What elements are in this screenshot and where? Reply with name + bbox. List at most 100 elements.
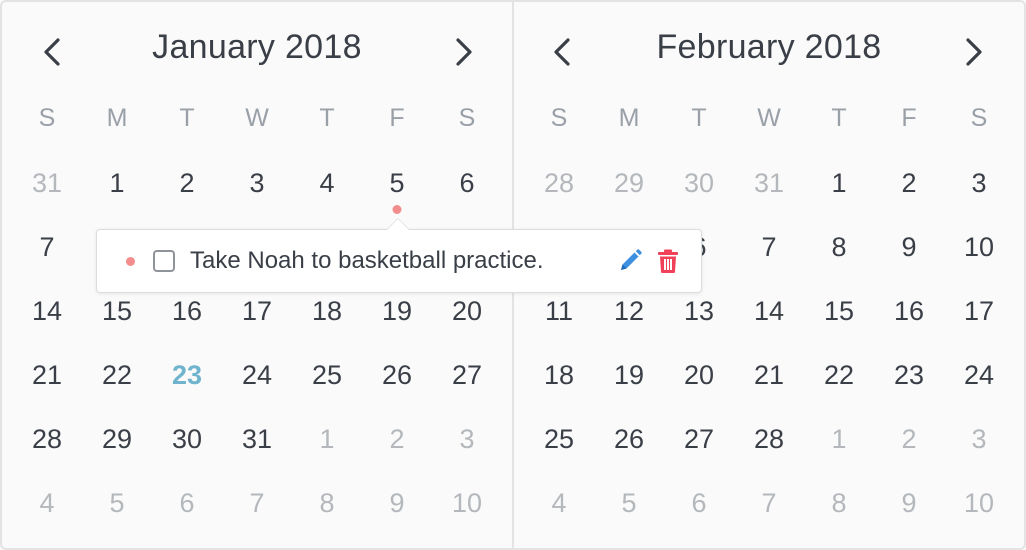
day-number: 3 <box>249 168 265 198</box>
day-cell[interactable]: 5 <box>594 482 664 546</box>
day-cell[interactable]: 2 <box>874 418 944 482</box>
weekday-label: F <box>901 104 917 132</box>
day-number: 7 <box>761 488 777 518</box>
day-number: 1 <box>109 168 125 198</box>
day-cell[interactable]: 4 <box>292 162 362 226</box>
day-cell[interactable]: 9 <box>874 482 944 546</box>
weekday-label: T <box>831 104 847 132</box>
day-cell[interactable]: 31 <box>222 418 292 482</box>
day-cell[interactable]: 23 <box>874 354 944 418</box>
day-cell[interactable]: 8 <box>804 482 874 546</box>
day-cell[interactable]: 27 <box>432 354 502 418</box>
day-cell[interactable]: 31 <box>734 162 804 226</box>
day-cell[interactable]: 10 <box>944 482 1014 546</box>
calendar-widget: January 2018 S M T W T F S 3112345678910… <box>0 0 1026 550</box>
day-cell[interactable]: 29 <box>594 162 664 226</box>
delete-task-button[interactable] <box>655 248 681 274</box>
day-cell[interactable]: 7 <box>12 226 82 290</box>
day-cell[interactable]: 7 <box>734 482 804 546</box>
day-cell[interactable]: 21 <box>12 354 82 418</box>
day-cell[interactable]: 6 <box>432 162 502 226</box>
day-cell[interactable]: 16 <box>874 290 944 354</box>
day-cell[interactable]: 5 <box>82 482 152 546</box>
day-cell[interactable]: 13 <box>664 290 734 354</box>
day-cell[interactable]: 20 <box>664 354 734 418</box>
day-cell[interactable]: 26 <box>362 354 432 418</box>
day-cell[interactable]: 10 <box>432 482 502 546</box>
day-cell[interactable]: 24 <box>944 354 1014 418</box>
weekday-label: T <box>691 104 707 132</box>
next-month-button[interactable] <box>956 32 992 72</box>
day-cell[interactable]: 4 <box>524 482 594 546</box>
day-cell[interactable]: 20 <box>432 290 502 354</box>
day-cell[interactable]: 4 <box>12 482 82 546</box>
day-number: 22 <box>823 360 855 390</box>
day-number: 26 <box>613 424 645 454</box>
edit-task-button[interactable] <box>617 248 643 274</box>
day-cell[interactable]: 29 <box>82 418 152 482</box>
day-cell[interactable]: 22 <box>804 354 874 418</box>
day-cell[interactable]: 28 <box>524 162 594 226</box>
day-cell[interactable]: 1 <box>82 162 152 226</box>
day-cell[interactable]: 1 <box>804 162 874 226</box>
day-cell[interactable]: 5 <box>362 162 432 226</box>
day-cell[interactable]: 3 <box>944 418 1014 482</box>
day-cell[interactable]: 11 <box>524 290 594 354</box>
day-cell[interactable]: 3 <box>432 418 502 482</box>
day-cell[interactable]: 2 <box>362 418 432 482</box>
day-cell[interactable]: 7 <box>734 226 804 290</box>
day-cell[interactable]: 31 <box>12 162 82 226</box>
day-cell[interactable]: 1 <box>292 418 362 482</box>
day-number: 14 <box>31 296 63 326</box>
day-cell[interactable]: 9 <box>362 482 432 546</box>
day-cell[interactable]: 18 <box>524 354 594 418</box>
day-cell[interactable]: 22 <box>82 354 152 418</box>
day-cell[interactable]: 2 <box>152 162 222 226</box>
day-cell[interactable]: 16 <box>152 290 222 354</box>
prev-month-button[interactable] <box>544 32 580 72</box>
day-cell[interactable]: 3 <box>222 162 292 226</box>
day-cell[interactable]: 21 <box>734 354 804 418</box>
day-number: 20 <box>683 360 715 390</box>
day-cell[interactable]: 6 <box>664 482 734 546</box>
day-cell[interactable]: 30 <box>152 418 222 482</box>
day-cell[interactable]: 25 <box>292 354 362 418</box>
day-cell[interactable]: 1 <box>804 418 874 482</box>
day-cell[interactable]: 25 <box>524 418 594 482</box>
day-cell[interactable]: 24 <box>222 354 292 418</box>
day-cell[interactable]: 3 <box>944 162 1014 226</box>
day-number: 24 <box>241 360 273 390</box>
day-cell[interactable]: 15 <box>804 290 874 354</box>
day-cell[interactable]: 19 <box>594 354 664 418</box>
next-month-button[interactable] <box>446 32 482 72</box>
day-cell[interactable]: 10 <box>944 226 1014 290</box>
day-cell-today[interactable]: 23 <box>152 354 222 418</box>
day-cell[interactable]: 18 <box>292 290 362 354</box>
weekday-label: M <box>618 104 640 132</box>
day-cell[interactable]: 17 <box>222 290 292 354</box>
day-cell[interactable]: 30 <box>664 162 734 226</box>
day-cell[interactable]: 8 <box>292 482 362 546</box>
day-cell[interactable]: 19 <box>362 290 432 354</box>
day-cell[interactable]: 17 <box>944 290 1014 354</box>
day-cell[interactable]: 28 <box>734 418 804 482</box>
day-number: 7 <box>249 488 265 518</box>
day-cell[interactable]: 15 <box>82 290 152 354</box>
day-cell[interactable]: 27 <box>664 418 734 482</box>
day-cell[interactable]: 12 <box>594 290 664 354</box>
day-cell[interactable]: 26 <box>594 418 664 482</box>
day-cell[interactable]: 2 <box>874 162 944 226</box>
day-cell[interactable]: 9 <box>874 226 944 290</box>
prev-month-button[interactable] <box>34 32 70 72</box>
day-cell[interactable]: 8 <box>804 226 874 290</box>
day-cell[interactable]: 28 <box>12 418 82 482</box>
day-cell[interactable]: 6 <box>152 482 222 546</box>
day-number: 4 <box>551 488 567 518</box>
day-number: 8 <box>319 488 335 518</box>
day-cell[interactable]: 14 <box>12 290 82 354</box>
day-cell[interactable]: 7 <box>222 482 292 546</box>
task-checkbox[interactable] <box>153 250 175 272</box>
day-cell[interactable]: 14 <box>734 290 804 354</box>
trash-icon <box>658 249 678 273</box>
day-number: 31 <box>753 168 785 198</box>
